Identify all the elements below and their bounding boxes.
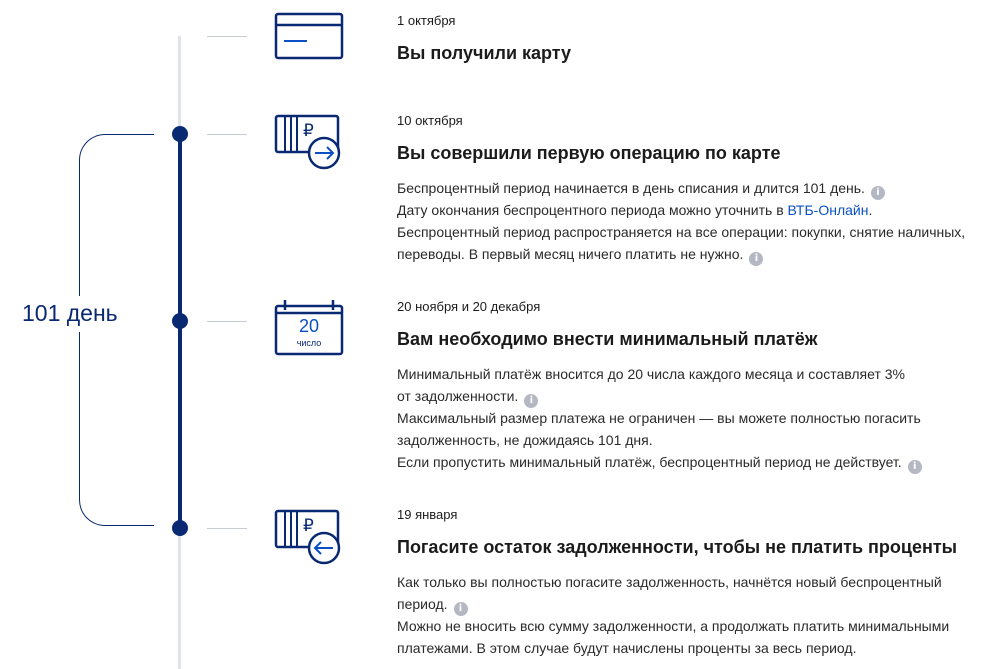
info-icon[interactable]: i	[453, 602, 468, 616]
timeline-dot-end	[172, 520, 188, 536]
step-title: Погасите остаток задолженности, чтобы не…	[397, 537, 958, 557]
calendar-caption: число	[296, 338, 322, 348]
card-icon	[274, 12, 344, 60]
svg-text:₽: ₽	[303, 121, 314, 141]
card-payment-out-icon: ₽	[274, 114, 341, 170]
info-icon[interactable]: i	[870, 186, 885, 200]
step-title: Вам необходимо внести минимальный платёж	[397, 329, 818, 349]
connector-line	[207, 321, 247, 322]
info-icon[interactable]: i	[524, 394, 539, 408]
card-payment-in-icon: ₽	[274, 509, 341, 565]
step-date: 20 ноября и 20 декабря	[397, 299, 541, 314]
step-date: 10 октября	[397, 113, 463, 128]
step-description: Беспроцентный период начинается в день с…	[397, 180, 966, 266]
info-icon[interactable]: i	[907, 460, 922, 474]
calendar-day: 20	[298, 316, 320, 336]
info-icon[interactable]: i	[749, 252, 764, 266]
connector-line	[207, 528, 247, 529]
step-date: 1 октября	[397, 13, 456, 28]
timeline-dot-start	[172, 126, 188, 142]
step-title: Вы совершили первую операцию по карте	[397, 143, 781, 163]
timeline-dot-middle	[172, 313, 188, 329]
vtb-online-link[interactable]: ВТБ-Онлайн	[788, 202, 869, 218]
connector-line	[207, 36, 247, 37]
step-description: Минимальный платёж вносится до 20 числа …	[397, 366, 922, 474]
step-title: Вы получили карту	[397, 43, 572, 63]
step-description: Как только вы полностью погасите задолже…	[397, 574, 950, 656]
step-date: 19 января	[397, 507, 458, 522]
timeline-active-track	[178, 134, 182, 529]
svg-text:₽: ₽	[303, 516, 314, 536]
connector-line	[207, 134, 247, 135]
period-label: 101 день	[22, 300, 118, 326]
